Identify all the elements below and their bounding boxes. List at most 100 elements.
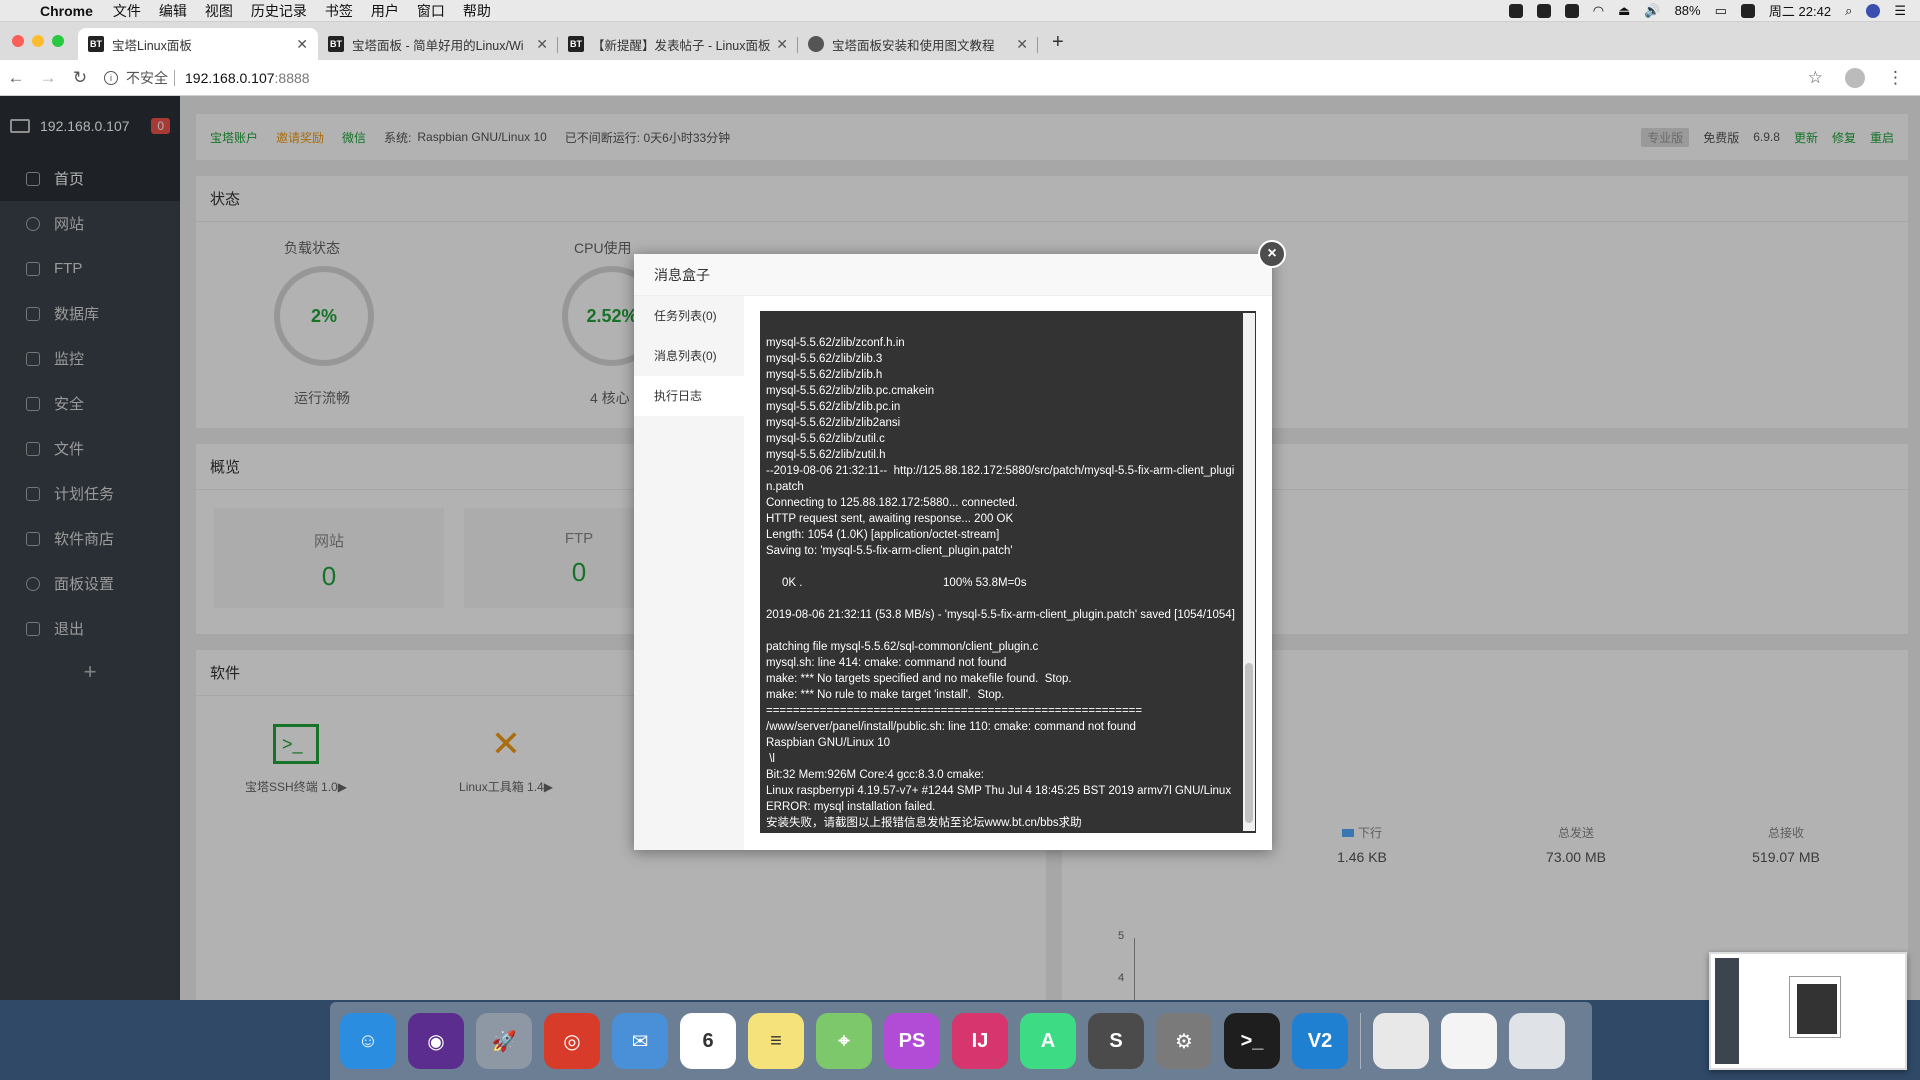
- tab-close-icon[interactable]: ✕: [1016, 36, 1028, 53]
- log-line: 安装失败，请截图以上报错信息发帖至论坛www.bt.cn/bbs求助: [766, 817, 1082, 829]
- vnc-window-icon[interactable]: [1441, 1013, 1497, 1069]
- url-host[interactable]: 192.168.0.107: [185, 70, 275, 86]
- tab-title: 宝塔Linux面板: [112, 38, 192, 53]
- log-line: 0K . 100% 53.8M=0s: [766, 577, 1027, 589]
- wifi-icon[interactable]: ◠: [1593, 3, 1604, 19]
- bt-favicon-icon: BT: [328, 36, 344, 52]
- log-line: Linux raspberrypi 4.19.57-v7+ #1244 SMP …: [766, 785, 1232, 797]
- back-button[interactable]: ←: [0, 68, 32, 88]
- menu-edit[interactable]: 编辑: [159, 1, 187, 21]
- airplay-icon[interactable]: ⏏: [1618, 3, 1630, 19]
- notes-icon[interactable]: ≡: [748, 1013, 804, 1069]
- modal-close-button[interactable]: ×: [1258, 240, 1286, 268]
- menu-window[interactable]: 窗口: [417, 1, 445, 21]
- input-source-icon[interactable]: [1740, 3, 1755, 18]
- chrome-icon[interactable]: ◎: [544, 1013, 600, 1069]
- tab-title: 宝塔面板安装和使用图文教程: [832, 38, 995, 53]
- log-line: /www/server/panel/install/public.sh: lin…: [766, 721, 1136, 733]
- log-line: Bit:32 Mem:926M Core:4 gcc:8.3.0 cmake:: [766, 769, 984, 781]
- terminal-icon[interactable]: >_: [1224, 1013, 1280, 1069]
- chrome-menu-icon[interactable]: ⋮: [1887, 68, 1904, 88]
- browser-tab-1[interactable]: BT 宝塔Linux面板 ✕: [78, 28, 318, 60]
- menubar-app-name[interactable]: Chrome: [40, 3, 93, 19]
- tab-message-list[interactable]: 消息列表(0): [634, 336, 744, 376]
- menu-bookmarks[interactable]: 书签: [325, 1, 353, 21]
- scrollbar-thumb[interactable]: [1245, 663, 1253, 823]
- window-controls: [0, 35, 78, 60]
- not-secure-label[interactable]: 不安全: [126, 68, 168, 88]
- phpstorm-icon[interactable]: PS: [884, 1013, 940, 1069]
- log-line: patching file mysql-5.5.62/sql-common/cl…: [766, 641, 1039, 653]
- log-line: mysql-5.5.62/zlib/zutil.h: [766, 449, 886, 461]
- intellij-icon[interactable]: IJ: [952, 1013, 1008, 1069]
- tab-exec-log[interactable]: 执行日志: [634, 376, 744, 416]
- tab-close-icon[interactable]: ✕: [296, 36, 308, 53]
- modal-tabs: 任务列表(0) 消息列表(0) 执行日志: [634, 296, 744, 850]
- calendar-icon[interactable]: 6: [680, 1013, 736, 1069]
- log-line: 2019-08-06 21:32:11 (53.8 MB/s) - 'mysql…: [766, 609, 1235, 621]
- log-line: make: *** No targets specified and no ma…: [766, 673, 1072, 685]
- tab-close-icon[interactable]: ✕: [776, 36, 788, 53]
- url-port[interactable]: :8888: [275, 70, 310, 86]
- status-app-icon[interactable]: [1508, 3, 1523, 18]
- new-tab-button[interactable]: +: [1038, 31, 1078, 60]
- log-line: mysql-5.5.62/zlib/zlib.h: [766, 369, 883, 381]
- battery-icon[interactable]: ▭: [1715, 3, 1727, 19]
- tab-task-list[interactable]: 任务列表(0): [634, 296, 744, 336]
- modal-title: 消息盒子: [634, 254, 1272, 296]
- log-line: mysql-5.5.62/zlib/zlib.pc.in: [766, 401, 901, 413]
- mail-icon[interactable]: ✉: [612, 1013, 668, 1069]
- minimize-window-button[interactable]: [32, 35, 44, 47]
- status-app-icon-3[interactable]: [1564, 3, 1579, 18]
- preview-icon[interactable]: [1373, 1013, 1429, 1069]
- tab-title: 【新提醒】发表帖子 - Linux面板: [592, 38, 771, 53]
- vnc-icon[interactable]: V2: [1292, 1013, 1348, 1069]
- globe-favicon-icon: [808, 36, 824, 52]
- log-line: Saving to: 'mysql-5.5-fix-arm-client_plu…: [766, 545, 1013, 557]
- forward-button[interactable]: →: [32, 68, 64, 88]
- menu-view[interactable]: 视图: [205, 1, 233, 21]
- console-scrollbar[interactable]: [1243, 313, 1255, 831]
- log-lines: mysql-5.5.62/zlib/zconf.h.in mysql-5.5.62…: [766, 335, 1236, 831]
- exec-log-console[interactable]: mysql-5.5.62/zlib/zconf.h.in mysql-5.5.62…: [760, 311, 1256, 833]
- maximize-window-button[interactable]: [52, 35, 64, 47]
- log-line: Raspbian GNU/Linux 10: [766, 737, 891, 749]
- sublime-icon[interactable]: S: [1088, 1013, 1144, 1069]
- notification-center-icon[interactable]: ☰: [1894, 3, 1906, 19]
- menu-people[interactable]: 用户: [371, 1, 399, 21]
- reload-button[interactable]: ↻: [64, 68, 96, 88]
- bt-favicon-icon: BT: [568, 36, 584, 52]
- log-line: \l: [766, 753, 775, 765]
- log-line: Length: 1054 (1.0K) [application/octet-s…: [766, 529, 1000, 541]
- volume-icon[interactable]: 🔊: [1644, 3, 1660, 19]
- trash-icon[interactable]: [1509, 1013, 1565, 1069]
- finder-icon[interactable]: ☺: [340, 1013, 396, 1069]
- tab-close-icon[interactable]: ✕: [536, 36, 548, 53]
- screenshot-thumbnail[interactable]: [1709, 952, 1907, 1070]
- menu-history[interactable]: 历史记录: [251, 1, 307, 21]
- android-studio-icon[interactable]: A: [1020, 1013, 1076, 1069]
- bookmark-star-icon[interactable]: ☆: [1808, 68, 1823, 88]
- clock[interactable]: 周二 22:42: [1769, 1, 1831, 20]
- close-window-button[interactable]: [12, 35, 24, 47]
- spotlight-icon[interactable]: ⌕: [1845, 3, 1852, 19]
- info-icon[interactable]: i: [104, 70, 118, 85]
- tab-title: 宝塔面板 - 简单好用的Linux/Wi: [352, 38, 524, 53]
- menu-file[interactable]: 文件: [113, 1, 141, 21]
- browser-tab-4[interactable]: 宝塔面板安装和使用图文教程 ✕: [798, 28, 1038, 60]
- siri-icon[interactable]: ◉: [408, 1013, 464, 1069]
- address-bar[interactable]: i 不安全 192.168.0.107 :8888: [104, 64, 1808, 92]
- siri-menu-icon[interactable]: [1866, 3, 1881, 18]
- launchpad-icon[interactable]: 🚀: [476, 1013, 532, 1069]
- browser-tab-3[interactable]: BT 【新提醒】发表帖子 - Linux面板 ✕: [558, 28, 798, 60]
- browser-toolbar: ← → ↻ i 不安全 192.168.0.107 :8888 ☆ ⋮: [0, 60, 1920, 96]
- system-preferences-icon[interactable]: ⚙: [1156, 1013, 1212, 1069]
- menu-help[interactable]: 帮助: [463, 1, 491, 21]
- profile-avatar[interactable]: [1845, 67, 1865, 88]
- browser-tab-2[interactable]: BT 宝塔面板 - 简单好用的Linux/Wi ✕: [318, 28, 558, 60]
- maps-icon[interactable]: ⌖: [816, 1013, 872, 1069]
- status-app-icon-2[interactable]: [1536, 3, 1551, 18]
- battery-percent[interactable]: 88%: [1675, 3, 1701, 18]
